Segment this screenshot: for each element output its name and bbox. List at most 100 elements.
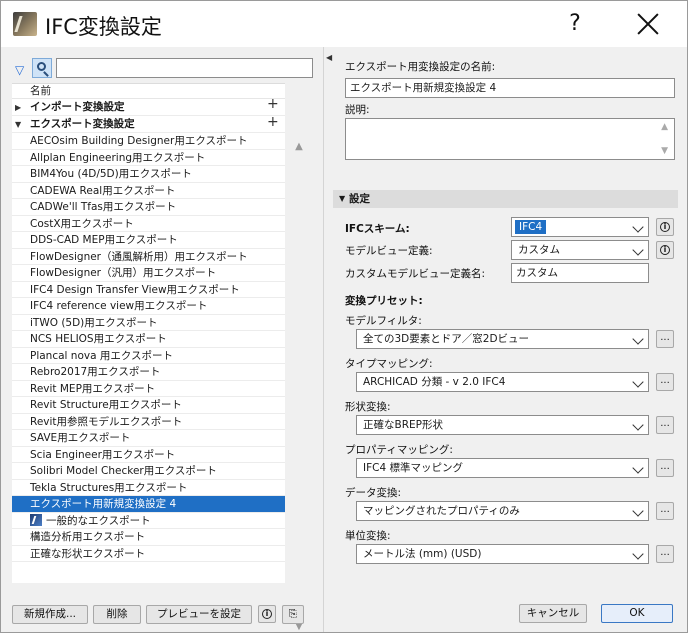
list-item[interactable]: エクスポート用新規変換設定 4 (12, 496, 285, 513)
list-item[interactable]: 一般的なエクスポート (12, 513, 285, 529)
preset-options-button[interactable]: ... (656, 502, 674, 520)
model-view-label: モデルビュー定義: (345, 245, 433, 257)
list-item[interactable]: Plancal nova 用エクスポート (12, 348, 285, 364)
list-item[interactable]: DDS-CAD MEP用エクスポート (12, 232, 285, 249)
preset-options-button[interactable]: ... (656, 459, 674, 477)
column-header-name[interactable]: 名前 (12, 84, 285, 99)
preset-options-button[interactable]: ... (656, 373, 674, 391)
list-item-label: SAVE用エクスポート (30, 432, 131, 444)
model-view-dropdown[interactable]: カスタム (511, 240, 649, 260)
list-item[interactable]: CostX用エクスポート (12, 216, 285, 232)
cancel-button[interactable]: キャンセル (519, 604, 587, 623)
list-item[interactable]: NCS HELIOS用エクスポート (12, 331, 285, 348)
list-item[interactable]: FlowDesigner（汎用）用エクスポート (12, 265, 285, 282)
ifc-scheme-dropdown[interactable]: IFC4 (511, 217, 649, 237)
preset-label: 単位変換: (345, 530, 391, 542)
list-item[interactable]: Scia Engineer用エクスポート (12, 447, 285, 463)
list-item[interactable]: BIM4You (4D/5D)用エクスポート (12, 166, 285, 183)
group-import[interactable]: ▶ インポート変換設定 (12, 99, 285, 116)
scroll-up-icon[interactable]: ▲ (293, 141, 305, 152)
list-item-label: Tekla Structures用エクスポート (30, 481, 188, 494)
list-item-label: iTWO (5D)用エクスポート (30, 316, 158, 329)
list-item[interactable]: 正確な形状エクスポート (12, 546, 285, 562)
ifc-scheme-value: IFC4 (515, 220, 547, 234)
list-item[interactable]: Allplan Engineering用エクスポート (12, 150, 285, 166)
search-icon[interactable] (32, 58, 52, 78)
preset-options-button[interactable]: ... (656, 416, 674, 434)
list-item-label: Allplan Engineering用エクスポート (30, 151, 206, 164)
list-item[interactable]: Rebro2017用エクスポート (12, 364, 285, 381)
list-item[interactable]: IFC4 reference view用エクスポート (12, 298, 285, 315)
scroll-up-icon[interactable]: ▲ (661, 122, 668, 132)
group-export[interactable]: ▼ エクスポート変換設定 (12, 116, 285, 133)
preset-options-button[interactable]: ... (656, 330, 674, 348)
expand-triangle-icon[interactable]: ▶ (15, 99, 21, 116)
preset-label: タイプマッピング: (345, 358, 433, 370)
translator-list: 名前 ▶ インポート変換設定 ▼ エクスポート変換設定 AECOsim Buil… (12, 83, 285, 583)
dialog-title: IFC変換設定 (45, 15, 162, 39)
list-item-label: エクスポート用新規変換設定 4 (30, 498, 177, 510)
group-label: エクスポート変換設定 (30, 118, 135, 130)
chevron-down-icon (632, 505, 644, 517)
new-button[interactable]: 新規作成... (12, 605, 88, 624)
list-item[interactable]: Revit用参照モデルエクスポート (12, 414, 285, 430)
name-field[interactable]: エクスポート用新規変換設定 4 (345, 78, 675, 98)
list-item[interactable]: IFC4 Design Transfer View用エクスポート (12, 282, 285, 298)
custom-mvd-field[interactable]: カスタム (511, 263, 649, 283)
list-item-label: 正確な形状エクスポート (30, 547, 146, 560)
preview-settings-button[interactable]: プレビューを設定 (146, 605, 252, 624)
search-input[interactable] (56, 58, 313, 78)
list-item[interactable]: AECOsim Building Designer用エクスポート (12, 133, 285, 150)
preset-dropdown[interactable]: IFC4 標準マッピング (356, 458, 649, 478)
preset-value: メートル法 (mm) (USD) (363, 548, 482, 560)
list-item[interactable]: Revit Structure用エクスポート (12, 397, 285, 414)
name-label: エクスポート用変換設定の名前: (345, 61, 496, 73)
settings-panel: エクスポート用変換設定の名前: エクスポート用新規変換設定 4 説明: ▲ ▼ … (333, 47, 687, 632)
add-import-icon[interactable]: + (267, 97, 279, 111)
translator-list-panel: ▽ 名前 ▶ インポート変換設定 ▼ エクスポート変換設定 AECOsim Bu… (1, 47, 323, 632)
delete-button[interactable]: 削除 (93, 605, 141, 624)
list-item-label: IFC4 Design Transfer View用エクスポート (30, 283, 240, 296)
list-item[interactable]: CADEWA Real用エクスポート (12, 183, 285, 199)
list-item[interactable]: iTWO (5D)用エクスポート (12, 315, 285, 331)
collapse-triangle-icon[interactable]: ▼ (15, 116, 21, 133)
list-item[interactable]: Solibri Model Checker用エクスポート (12, 463, 285, 480)
list-item[interactable]: Revit MEP用エクスポート (12, 381, 285, 397)
description-field[interactable]: ▲ ▼ (345, 118, 675, 160)
preset-dropdown[interactable]: 正確なBREP形状 (356, 415, 649, 435)
preset-dropdown[interactable]: ARCHICAD 分類 - v 2.0 IFC4 (356, 372, 649, 392)
preset-dropdown[interactable]: マッピングされたプロパティのみ (356, 501, 649, 521)
list-item-label: BIM4You (4D/5D)用エクスポート (30, 168, 192, 180)
scroll-down-icon[interactable]: ▼ (661, 146, 668, 156)
import-file-icon[interactable]: ⎘ (282, 605, 304, 624)
list-item[interactable]: CADWe'll Tfas用エクスポート (12, 199, 285, 216)
ok-button[interactable]: OK (601, 604, 673, 623)
add-export-icon[interactable]: + (267, 115, 279, 129)
section-label: 設定 (349, 193, 370, 205)
list-item[interactable]: Tekla Structures用エクスポート (12, 480, 285, 496)
preset-label: 形状変換: (345, 401, 391, 413)
chevron-down-icon (632, 333, 644, 345)
preset-dropdown[interactable]: メートル法 (mm) (USD) (356, 544, 649, 564)
collapse-panel-icon[interactable]: ◀ (326, 53, 332, 62)
close-icon[interactable] (633, 9, 663, 39)
info-icon[interactable]: i (258, 605, 276, 623)
list-scrollbar[interactable]: ▲ ▼ (285, 83, 313, 632)
filter-icon[interactable]: ▽ (15, 64, 27, 76)
list-item[interactable]: SAVE用エクスポート (12, 430, 285, 447)
info-icon[interactable]: i (656, 218, 674, 236)
help-button[interactable]: ? (561, 9, 589, 39)
settings-section-header[interactable]: ▼ 設定 (333, 190, 678, 208)
preset-label: データ変換: (345, 487, 402, 499)
preset-dropdown[interactable]: 全ての3D要素とドア／窓2Dビュー (356, 329, 649, 349)
preset-options-button[interactable]: ... (656, 545, 674, 563)
list-item[interactable]: 構造分析用エクスポート (12, 529, 285, 546)
title-bar: IFC変換設定 ? (1, 1, 687, 47)
preset-value: 正確なBREP形状 (363, 419, 443, 431)
list-item[interactable]: FlowDesigner（通風解析用）用エクスポート (12, 249, 285, 265)
list-item-label: 一般的なエクスポート (46, 514, 151, 527)
collapse-triangle-icon[interactable]: ▼ (339, 190, 345, 208)
info-icon[interactable]: i (656, 241, 674, 259)
chevron-down-icon (632, 462, 644, 474)
panel-splitter[interactable] (323, 47, 329, 632)
